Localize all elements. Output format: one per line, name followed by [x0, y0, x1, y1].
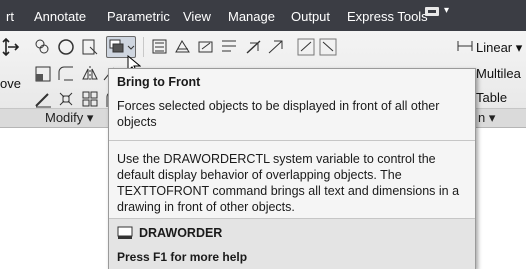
stretch-icon[interactable]: [33, 64, 53, 84]
multileader-label[interactable]: Multilea: [476, 66, 521, 81]
tooltip-help: Press F1 for more help: [117, 250, 248, 264]
mirror-icon[interactable]: [80, 64, 100, 84]
scale-icon[interactable]: [33, 89, 53, 109]
window-icon[interactable]: [425, 7, 439, 16]
tooltip-command-row: DRAWORDER Press F1 for more help: [109, 218, 475, 269]
modify-panel-label[interactable]: Modify ▾: [45, 110, 93, 126]
tooltip-long-description: Use the DRAWORDERCTL system variable to …: [117, 152, 460, 214]
menu-tab-view[interactable]: View: [183, 9, 211, 24]
move-icon[interactable]: [2, 37, 22, 57]
annotation-panel-label[interactable]: n ▾: [478, 110, 495, 126]
divider: [143, 37, 144, 57]
copy-icon[interactable]: [33, 37, 53, 57]
tooltip: Bring to Front Forces selected objects t…: [108, 68, 476, 269]
geometry-icon-6[interactable]: [266, 37, 286, 57]
tooltip-command: DRAWORDER: [139, 226, 223, 240]
geometry-icon-7[interactable]: [296, 37, 316, 57]
menu-tab-output[interactable]: Output: [291, 9, 330, 24]
linear-dimension-icon[interactable]: [457, 39, 473, 53]
tooltip-divider: [109, 140, 475, 141]
geometry-icon-3[interactable]: [196, 37, 216, 57]
draworder-command-icon: [117, 226, 133, 240]
geometry-icon-4[interactable]: [219, 37, 239, 57]
menu-bar: rt Annotate Parametric View Manage Outpu…: [0, 0, 526, 31]
explode-icon[interactable]: [56, 89, 76, 109]
table-label[interactable]: Table: [476, 90, 507, 105]
geometry-icon-5[interactable]: [244, 37, 264, 57]
trim-icon[interactable]: [80, 37, 100, 57]
linear-dimension-label[interactable]: Linear ▾: [476, 40, 522, 56]
menu-tab-manage[interactable]: Manage: [228, 9, 275, 24]
array-icon[interactable]: [80, 89, 100, 109]
menu-tab-express-tools[interactable]: Express Tools: [347, 9, 428, 24]
menu-tab-parametric[interactable]: Parametric: [107, 9, 170, 24]
geometry-icon-2[interactable]: [173, 37, 193, 57]
tooltip-divider: [109, 218, 475, 219]
dropdown-arrow-icon[interactable]: ▾: [444, 5, 449, 16]
tooltip-title: Bring to Front: [117, 75, 201, 89]
geometry-icon-8[interactable]: [318, 37, 338, 57]
move-label: ove: [0, 76, 21, 91]
fillet-icon[interactable]: [56, 64, 76, 84]
menu-tab-annotate[interactable]: Annotate: [34, 9, 86, 24]
geometry-icon-1[interactable]: [150, 37, 170, 57]
menu-tab-insert[interactable]: rt: [6, 9, 14, 24]
tooltip-description: Forces selected objects to be displayed …: [117, 99, 440, 129]
rotate-icon[interactable]: [56, 37, 76, 57]
